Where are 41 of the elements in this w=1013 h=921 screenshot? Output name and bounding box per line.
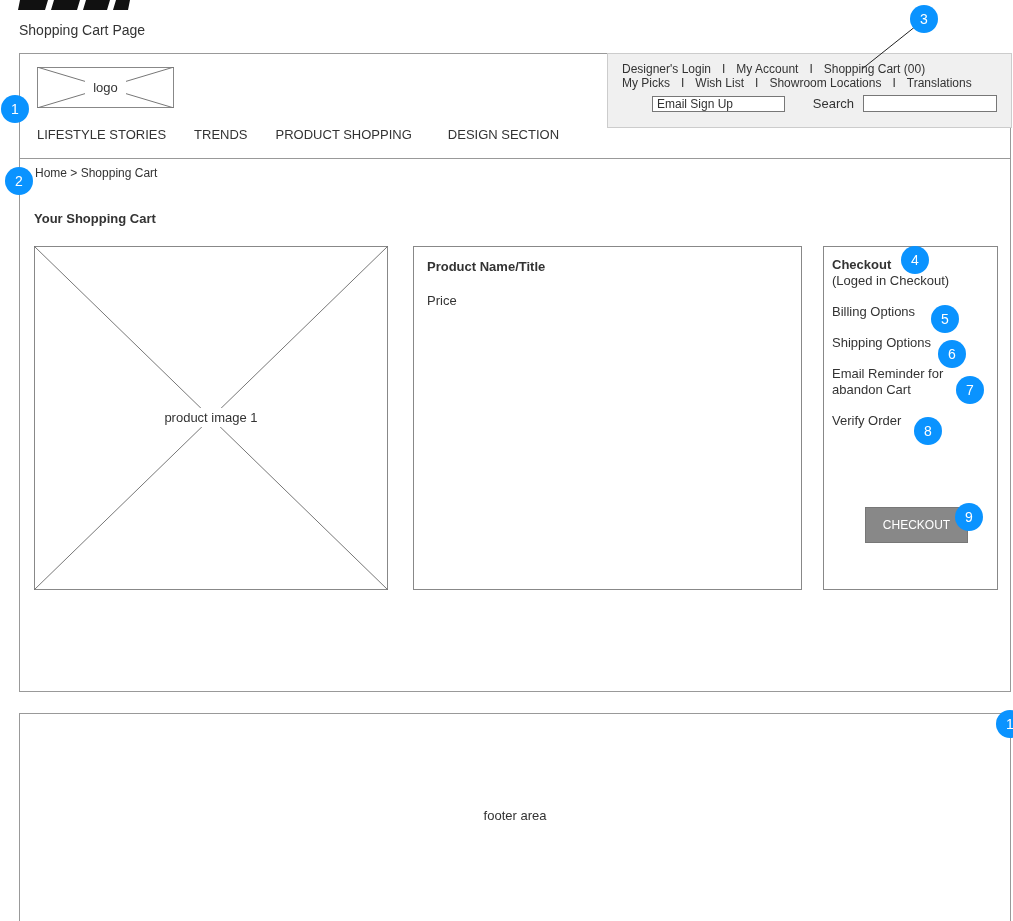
checkout-step: Shipping Options — [832, 334, 931, 351]
annotation-badge: 9 — [955, 503, 983, 531]
utility-link[interactable]: Translations — [906, 76, 972, 90]
breadcrumb: Home > Shopping Cart — [35, 165, 159, 182]
utility-link[interactable]: Showroom Locations — [769, 76, 882, 90]
utility-link[interactable]: My Account — [736, 62, 799, 76]
checkout-subtitle: (Loged in Checkout) — [832, 272, 951, 289]
search-field[interactable] — [863, 95, 997, 112]
nav-link[interactable]: TRENDS — [194, 125, 248, 145]
checkout-title: Checkout — [832, 256, 892, 273]
product-name: Product Name/Title — [427, 257, 547, 276]
utility-link[interactable]: Designer's Login — [622, 62, 711, 76]
separator: I — [809, 62, 813, 76]
annotation-badge: 1 — [1, 95, 29, 123]
separator: I — [892, 76, 896, 90]
separator: I — [722, 62, 726, 76]
checkout-step: Billing Options — [832, 303, 916, 320]
annotation-badge: 5 — [931, 305, 959, 333]
separator: I — [755, 76, 759, 90]
cart-title: Your Shopping Cart — [34, 210, 157, 228]
page-title: Shopping Cart Page — [19, 21, 147, 40]
annotation-badge: 3 — [910, 5, 938, 33]
checkout-step: Email Reminder for abandon Cart — [832, 365, 957, 398]
utility-link[interactable]: My Picks — [622, 76, 670, 90]
checkout-step: Verify Order — [832, 412, 902, 429]
annotation-badge: 6 — [938, 340, 966, 368]
annotation-badge: 2 — [5, 167, 33, 195]
annotation-badge: 4 — [901, 246, 929, 274]
annotation-badge: 8 — [914, 417, 942, 445]
email-signup-button[interactable]: Email Sign Up — [652, 95, 785, 112]
search-label: Search — [812, 96, 854, 111]
nav-link[interactable]: PRODUCT SHOPPING — [275, 125, 412, 145]
separator: I — [681, 76, 685, 90]
utility-link[interactable]: Wish List — [695, 76, 745, 90]
utility-link[interactable]: Shopping Cart (00) — [823, 62, 926, 76]
nav-link[interactable]: LIFESTYLE STORIES — [37, 125, 167, 145]
product-price: Price — [427, 292, 458, 310]
footer-label: footer area — [483, 807, 547, 825]
annotation-badge: 1 — [996, 710, 1013, 738]
annotation-badge: 7 — [956, 376, 984, 404]
nav-link[interactable]: DESIGN SECTION — [447, 125, 560, 145]
